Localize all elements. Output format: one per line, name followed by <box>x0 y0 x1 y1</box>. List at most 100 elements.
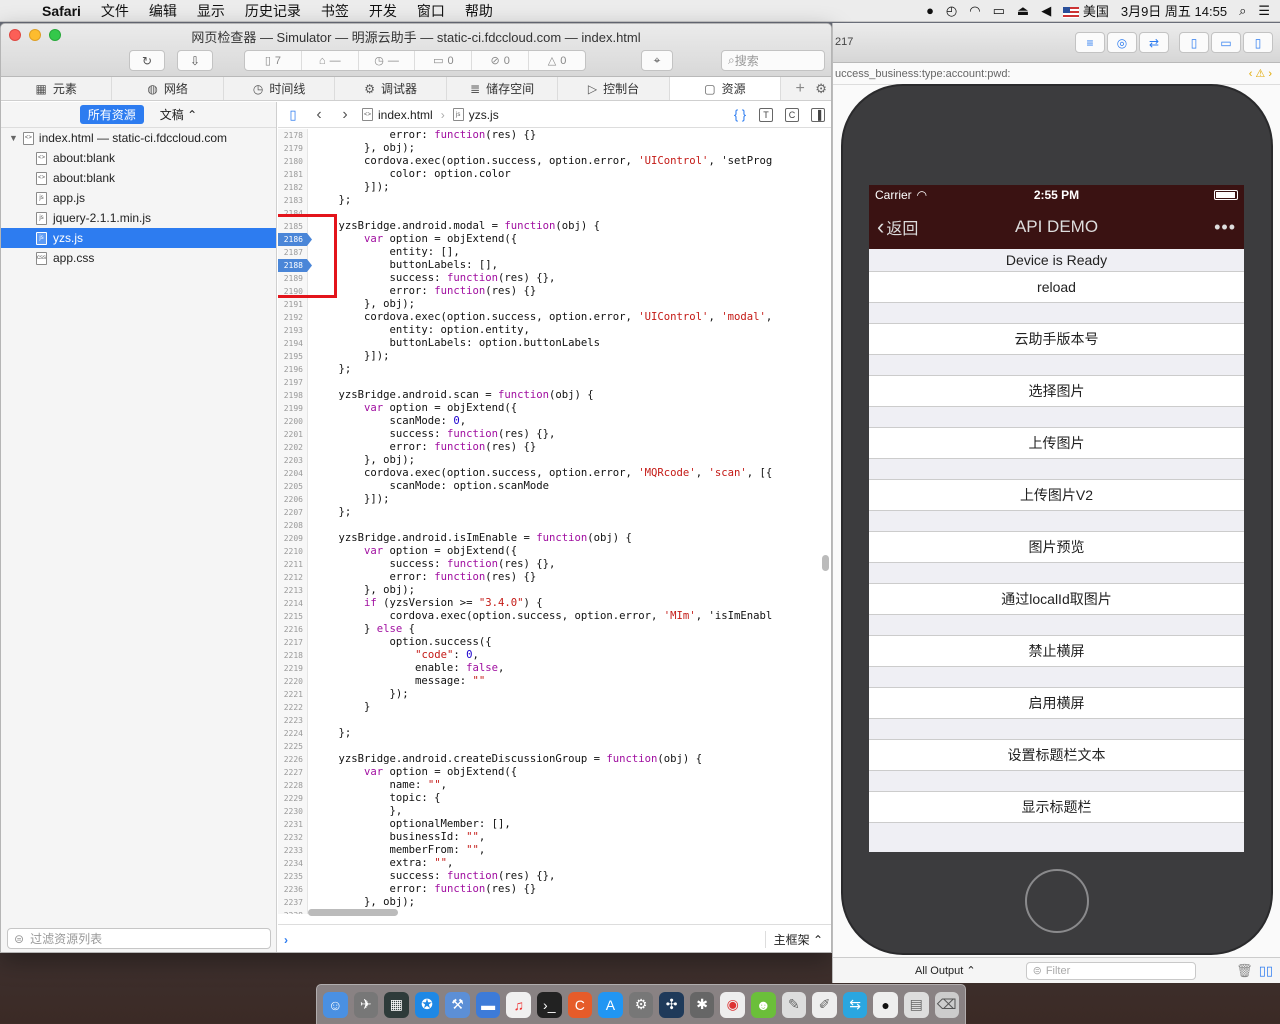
back-button[interactable]: ‹ 返回 <box>877 214 918 240</box>
xcode-jump-bar[interactable]: uccess_business:type:account:pwd: ‹ ⚠ › <box>833 63 1280 85</box>
line-number[interactable]: 2183 <box>278 194 307 207</box>
download-archive-button[interactable]: ⇩ <box>177 50 213 71</box>
line-number[interactable]: 2237 <box>278 896 307 909</box>
menu-history[interactable]: 历史记录 <box>235 1 311 21</box>
code-view[interactable]: 2178 2179 2180 2181 2182 2183 2184 2185 2186 2187… <box>278 129 831 914</box>
api-button-upload-image[interactable]: 上传图片 <box>869 427 1244 459</box>
menu-help[interactable]: 帮助 <box>455 1 503 21</box>
line-number[interactable]: 2193 <box>278 324 307 337</box>
tree-item-jquery[interactable]: js jquery-2.1.1.min.js <box>1 208 276 228</box>
resource-count[interactable]: ▯ 7 <box>245 51 302 70</box>
warning-count[interactable]: △ 0 <box>529 51 585 70</box>
log-count[interactable]: ▭ 0 <box>415 51 473 70</box>
line-number[interactable]: 2231 <box>278 818 307 831</box>
line-number[interactable]: 2203 <box>278 454 307 467</box>
more-options-icon[interactable]: ••• <box>1214 217 1236 238</box>
line-number[interactable]: 2222 <box>278 701 307 714</box>
safari-icon[interactable]: ✪ <box>414 991 440 1018</box>
menu-develop[interactable]: 开发 <box>359 1 407 21</box>
line-number[interactable]: 2207 <box>278 506 307 519</box>
type-profiler-icon[interactable]: T <box>759 107 773 122</box>
resource-size[interactable]: ⌂ — <box>302 51 359 70</box>
split-view-icon[interactable]: ▯▯ <box>1259 963 1273 979</box>
xcode-icon[interactable]: ⚒ <box>445 991 470 1018</box>
line-number[interactable]: 2209 <box>278 532 307 545</box>
notification-center-icon[interactable]: ☰ <box>1258 3 1270 19</box>
search-input[interactable]: ⌕ 搜索 <box>721 50 825 71</box>
line-number[interactable]: 2214 <box>278 597 307 610</box>
terminal-icon[interactable]: ›_ <box>536 991 562 1018</box>
line-number[interactable]: 2192 <box>278 311 307 324</box>
editor-version-icon[interactable]: ⇄ <box>1139 32 1169 53</box>
menu-clock[interactable]: 3月9日 周五 14:55 <box>1121 1 1227 20</box>
api-button-choose-image[interactable]: 选择图片 <box>869 375 1244 407</box>
api-button-version[interactable]: 云助手版本号 <box>869 323 1244 355</box>
code-coverage-icon[interactable]: C <box>785 107 799 122</box>
line-number[interactable]: 2198 <box>278 389 307 402</box>
line-number[interactable]: 2230 <box>278 805 307 818</box>
line-number[interactable]: 2208 <box>278 519 307 532</box>
menu-bookmarks[interactable]: 书签 <box>311 1 359 21</box>
all-resources-filter[interactable]: 所有资源 <box>79 105 144 124</box>
quick-console[interactable]: › 主框架 ⌃ <box>278 924 831 952</box>
line-number[interactable]: 2199 <box>278 402 307 415</box>
tree-item-about-blank-2[interactable]: <> about:blank <box>1 168 276 188</box>
tab-network[interactable]: ◍ 网络 <box>112 77 224 100</box>
menu-edit[interactable]: 编辑 <box>139 1 187 21</box>
tree-item-yzs-js[interactable]: js yzs.js <box>1 228 276 248</box>
line-number[interactable]: 2235 <box>278 870 307 883</box>
trash-icon[interactable]: 🗑 <box>1236 963 1253 979</box>
line-number[interactable]: 2181 <box>278 168 307 181</box>
line-number[interactable]: 2212 <box>278 571 307 584</box>
debug-area-toggle-icon[interactable]: ▭ <box>1211 32 1241 53</box>
warning-triangle-icon[interactable]: ‹ ⚠ › <box>1249 63 1272 85</box>
tab-resources[interactable]: ▢ 资源 <box>669 77 782 100</box>
line-number[interactable]: 2191 <box>278 298 307 311</box>
line-number[interactable]: 2197 <box>278 376 307 389</box>
api-button-enable-landscape[interactable]: 启用横屏 <box>869 687 1244 719</box>
menu-view[interactable]: 显示 <box>187 1 235 21</box>
api-button-reload[interactable]: reload <box>869 271 1244 303</box>
airplay-icon[interactable]: ▭ <box>993 3 1005 19</box>
inspect-element-button[interactable]: ⌖ <box>641 50 673 71</box>
line-number[interactable]: 2204 <box>278 467 307 480</box>
line-number[interactable]: 2179 <box>278 142 307 155</box>
xcode-filter-input[interactable]: ⊜ Filter <box>1025 961 1196 980</box>
line-number[interactable]: 2196 <box>278 363 307 376</box>
breadcrumb-yzs[interactable]: js yzs.js <box>452 108 499 122</box>
line-number[interactable]: 2189 <box>278 272 307 285</box>
line-number[interactable]: 2228 <box>278 779 307 792</box>
disclosure-triangle-icon[interactable]: ▼ <box>9 133 18 143</box>
volume-icon[interactable]: ◀ <box>1041 3 1051 19</box>
line-number[interactable]: 2200 <box>278 415 307 428</box>
line-number[interactable]: 2217 <box>278 636 307 649</box>
menu-window[interactable]: 窗口 <box>407 1 455 21</box>
line-number[interactable]: 2226 <box>278 753 307 766</box>
line-number[interactable]: 2213 <box>278 584 307 597</box>
music-icon[interactable]: ♫ <box>506 991 531 1018</box>
line-number[interactable]: 2234 <box>278 857 307 870</box>
activity-monitor-icon[interactable]: ▦ <box>384 991 409 1018</box>
line-number[interactable]: 2201 <box>278 428 307 441</box>
tab-storage[interactable]: ≣ 储存空间 <box>447 77 559 100</box>
home-button[interactable] <box>1025 869 1089 933</box>
line-number[interactable]: 2202 <box>278 441 307 454</box>
line-number[interactable]: 2236 <box>278 883 307 896</box>
line-number[interactable]: 2182 <box>278 181 307 194</box>
tab-timelines[interactable]: ◷ 时间线 <box>224 77 336 100</box>
api-button-upload-image-v2[interactable]: 上传图片V2 <box>869 479 1244 511</box>
line-number[interactable]: 2205 <box>278 480 307 493</box>
load-time[interactable]: ◷ — <box>359 51 416 70</box>
breakpoint-marker[interactable]: 2188 <box>278 259 312 272</box>
line-number[interactable]: 2185 <box>278 220 307 233</box>
line-number[interactable]: 2187 <box>278 246 307 259</box>
line-number[interactable]: 2195 <box>278 350 307 363</box>
editor-standard-icon[interactable]: ≡ <box>1075 32 1105 53</box>
dashboard-status[interactable]: ▯ 7 ⌂ — ◷ — ▭ 0 ⊘ 0 △ 0 <box>244 50 586 71</box>
tree-item-app-css[interactable]: css app.css <box>1 248 276 268</box>
eject-icon[interactable]: ⏏ <box>1017 3 1029 19</box>
launchpad-icon[interactable]: ✈ <box>353 991 379 1018</box>
line-number[interactable]: 2223 <box>278 714 307 727</box>
menu-file[interactable]: 文件 <box>91 1 139 21</box>
sourcetree-icon[interactable]: ✣ <box>659 991 684 1018</box>
